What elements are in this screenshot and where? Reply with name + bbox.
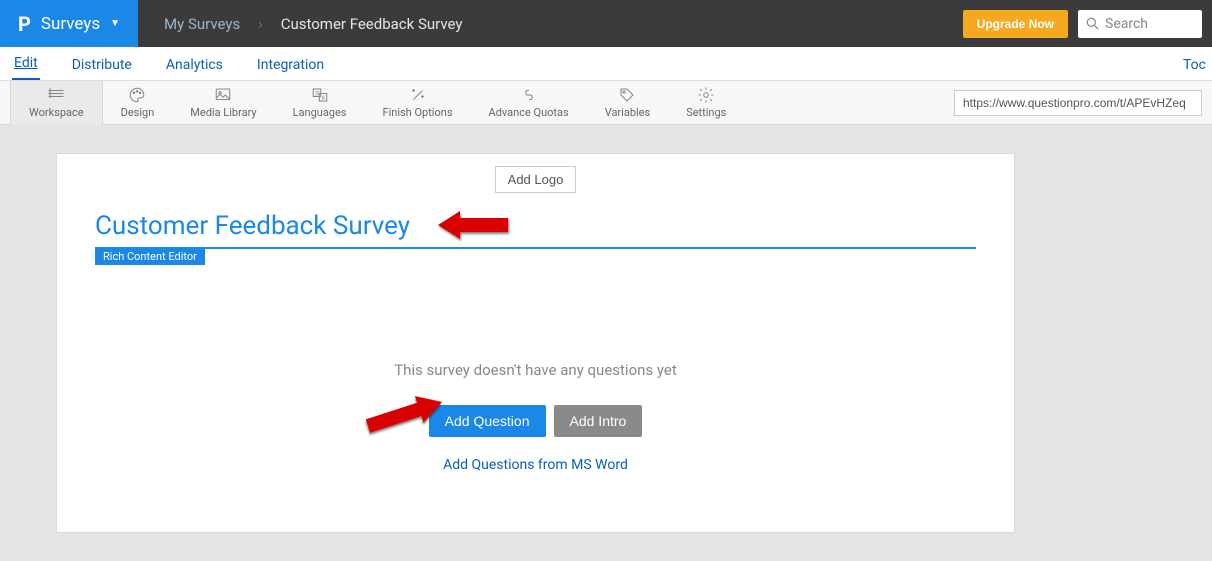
- rich-content-label: Rich Content Editor: [95, 248, 976, 265]
- tool-label: Design: [121, 106, 155, 119]
- tab-analytics[interactable]: Analytics: [164, 50, 225, 80]
- tool-label: Settings: [686, 106, 726, 119]
- breadcrumb-current: Customer Feedback Survey: [281, 15, 463, 33]
- gear-icon: [695, 86, 717, 104]
- tool-variables[interactable]: Variables: [587, 81, 669, 125]
- wand-icon: [407, 86, 429, 104]
- survey-url-box: [954, 90, 1202, 116]
- palette-icon: [126, 86, 148, 104]
- tab-integration[interactable]: Integration: [255, 50, 326, 80]
- logo-icon: P: [18, 12, 31, 36]
- breadcrumb: My Surveys › Customer Feedback Survey: [138, 0, 462, 47]
- tab-tools[interactable]: Toc: [1183, 50, 1212, 80]
- main-tabs: Edit Distribute Analytics Integration To…: [0, 47, 1212, 81]
- add-question-button[interactable]: Add Question: [429, 405, 546, 437]
- header-right: Upgrade Now Search: [963, 0, 1212, 47]
- add-logo-button[interactable]: Add Logo: [495, 166, 577, 193]
- survey-card: Add Logo Customer Feedback Survey Rich C…: [56, 153, 1015, 533]
- tool-label: Languages: [293, 106, 347, 119]
- survey-url-input[interactable]: [954, 90, 1202, 116]
- svg-text:文: 文: [314, 89, 320, 97]
- tab-distribute[interactable]: Distribute: [70, 50, 134, 80]
- search-icon: [1086, 17, 1099, 30]
- tool-label: Workspace: [29, 106, 84, 119]
- tool-design[interactable]: Design: [103, 81, 173, 125]
- workspace-icon: [45, 86, 67, 104]
- tool-label: Variables: [605, 106, 651, 119]
- breadcrumb-separator: ›: [258, 15, 263, 33]
- chevron-down-icon: ▼: [110, 18, 120, 29]
- svg-text:A: A: [321, 96, 325, 102]
- brand-dropdown[interactable]: P Surveys ▼: [0, 0, 138, 47]
- languages-icon: 文A: [309, 86, 331, 104]
- empty-state: This survey doesn't have any questions y…: [57, 265, 1014, 473]
- canvas-area: Add Logo Customer Feedback Survey Rich C…: [0, 125, 1212, 561]
- tool-advance-quotas[interactable]: Advance Quotas: [471, 81, 587, 125]
- tool-media-library[interactable]: Media Library: [172, 81, 274, 125]
- tab-edit[interactable]: Edit: [12, 48, 40, 80]
- tool-settings[interactable]: Settings: [668, 81, 744, 125]
- top-header: P Surveys ▼ My Surveys › Customer Feedba…: [0, 0, 1212, 47]
- image-icon: [212, 86, 234, 104]
- breadcrumb-link-mysurveys[interactable]: My Surveys: [164, 15, 240, 33]
- link-icon: [518, 86, 540, 104]
- search-input[interactable]: Search: [1078, 10, 1202, 38]
- tool-languages[interactable]: 文A Languages: [275, 81, 365, 125]
- tool-finish-options[interactable]: Finish Options: [365, 81, 471, 125]
- tag-icon: [616, 86, 638, 104]
- add-intro-button[interactable]: Add Intro: [554, 405, 643, 437]
- search-placeholder: Search: [1105, 16, 1148, 32]
- empty-text: This survey doesn't have any questions y…: [57, 361, 1014, 379]
- brand-title: Surveys: [41, 14, 100, 34]
- edit-toolbar: Workspace Design Media Library 文A Langua…: [0, 81, 1212, 125]
- survey-title[interactable]: Customer Feedback Survey: [57, 203, 1014, 247]
- upgrade-button[interactable]: Upgrade Now: [963, 10, 1068, 38]
- add-from-word-link[interactable]: Add Questions from MS Word: [57, 457, 1014, 473]
- tool-label: Advance Quotas: [489, 106, 569, 119]
- tool-workspace[interactable]: Workspace: [10, 81, 103, 125]
- tool-label: Finish Options: [383, 106, 453, 119]
- tool-label: Media Library: [190, 106, 256, 119]
